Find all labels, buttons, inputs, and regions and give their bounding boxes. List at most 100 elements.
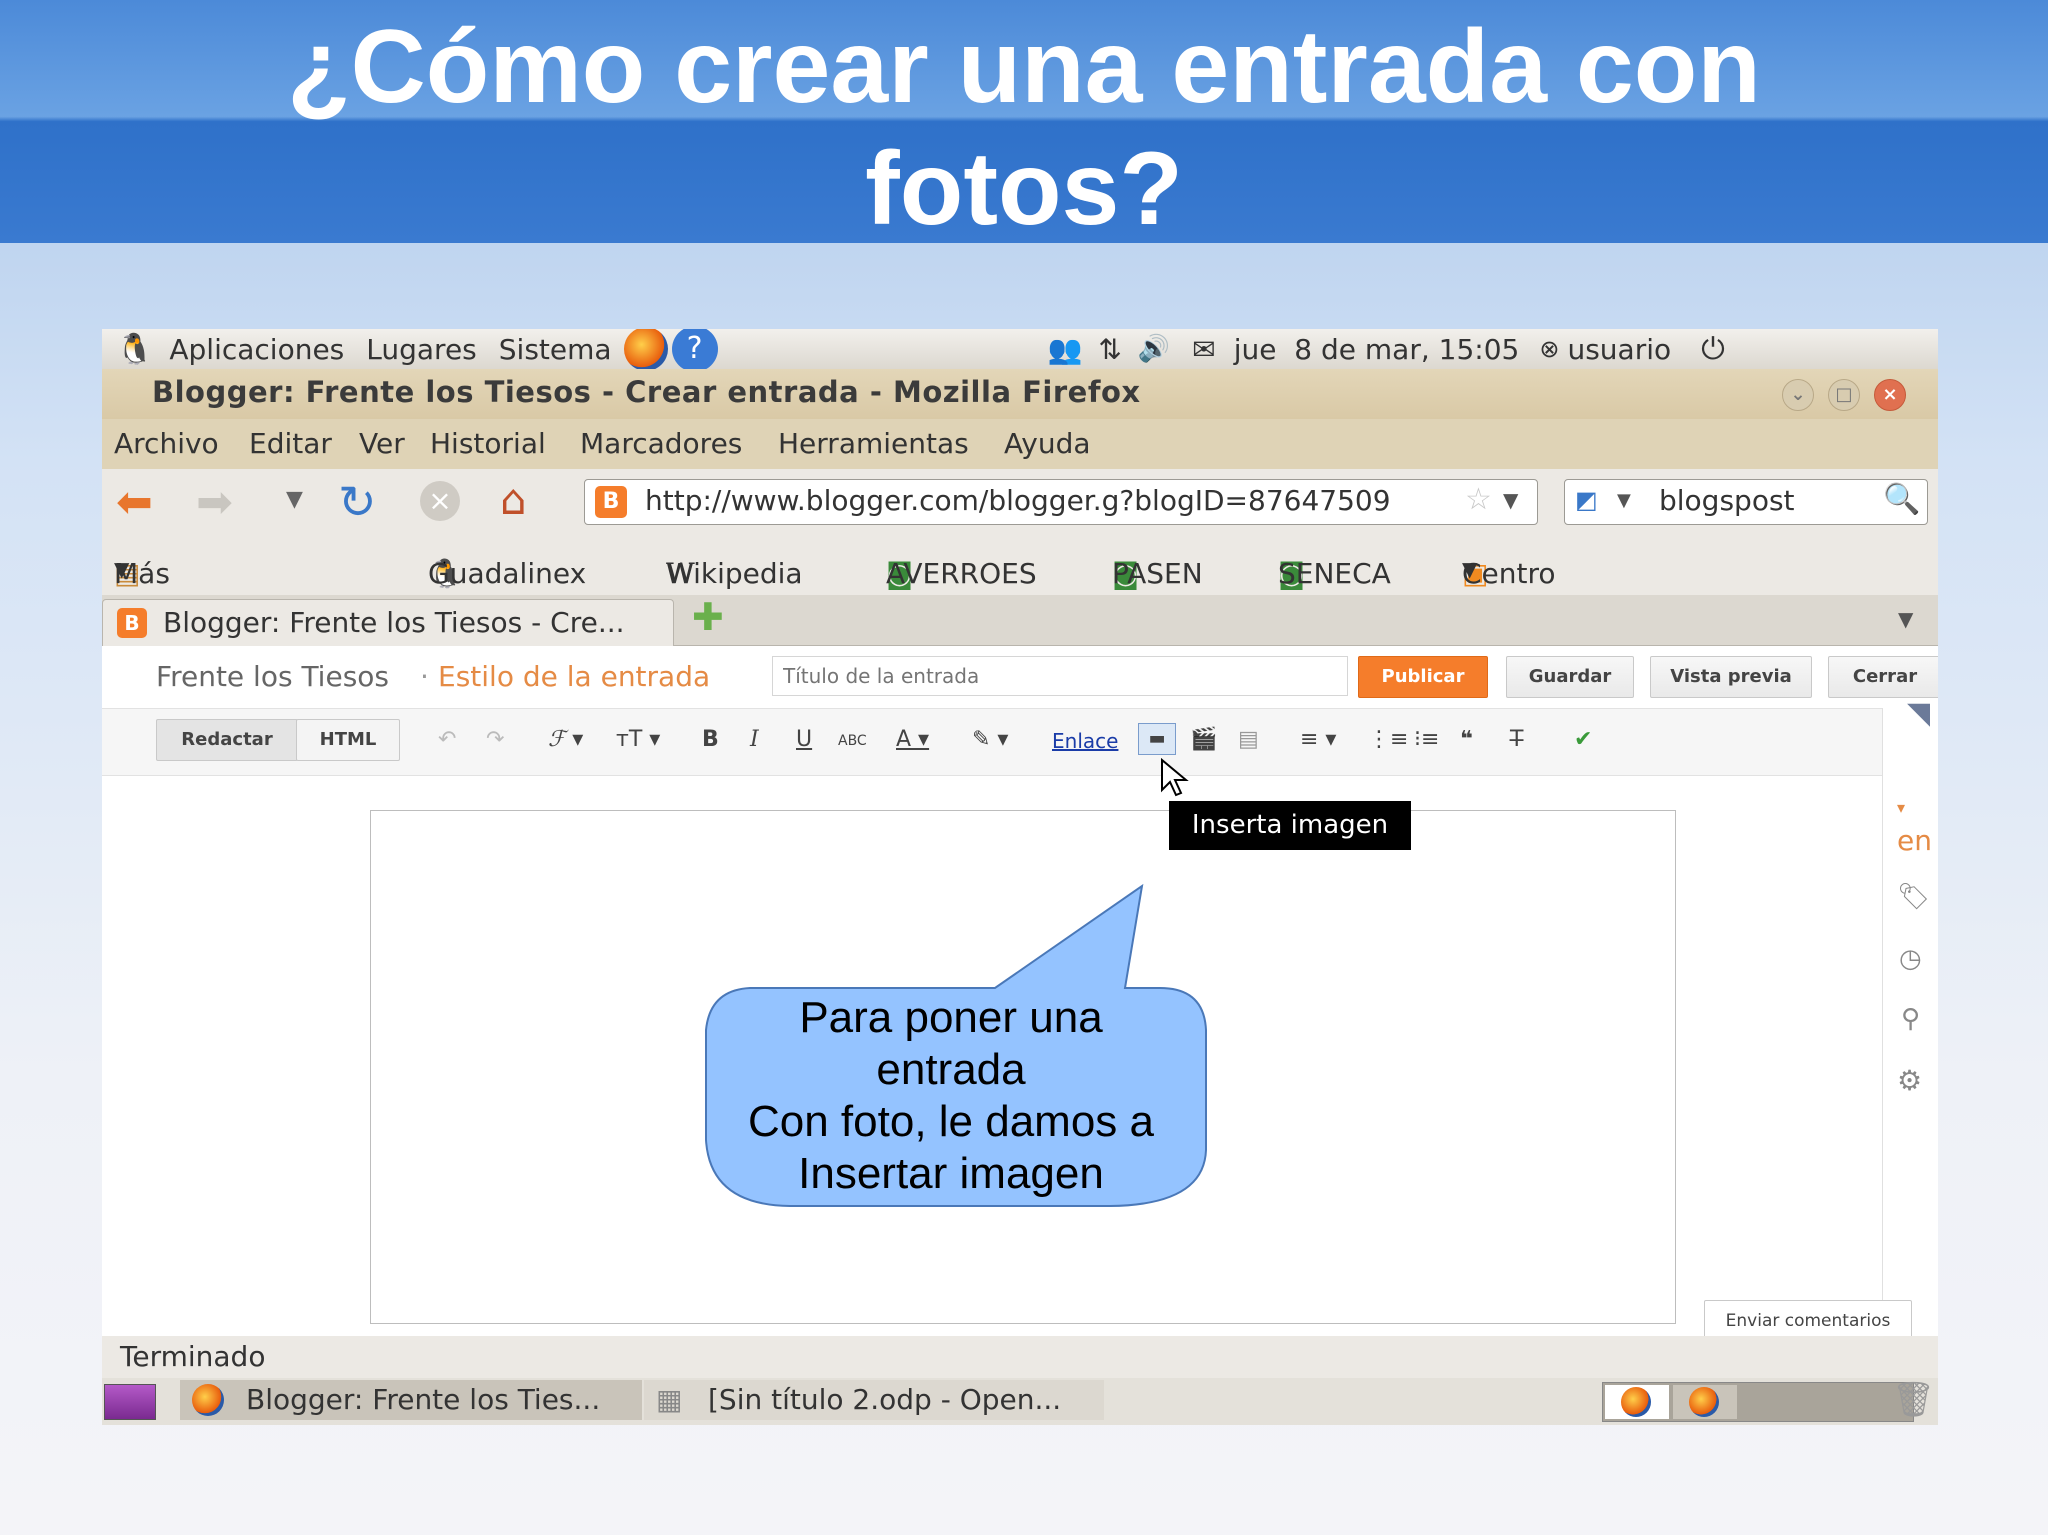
google-search-engine-icon[interactable]: ◩ xyxy=(1575,486,1598,514)
post-settings-sidebar: ◥ ▾ en 🏷 ◷ ⚲ ⚙ xyxy=(1882,696,1938,1336)
stop-icon[interactable]: × xyxy=(420,481,460,521)
preview-button[interactable]: Vista previa xyxy=(1650,656,1812,698)
taskbar-item-impress[interactable]: ▦ [Sin título 2.odp - Open... xyxy=(644,1380,1104,1420)
panel-user[interactable]: usuario xyxy=(1567,333,1671,366)
quote-icon[interactable]: ❝ xyxy=(1460,727,1473,752)
taskbar-item-firefox[interactable]: Blogger: Frente los Ties... xyxy=(180,1380,642,1420)
firefox-menubar: Archivo Editar Ver Historial Marcadores … xyxy=(102,419,1938,469)
firefox-launcher-icon[interactable] xyxy=(623,329,668,371)
menu-aplicaciones[interactable]: Aplicaciones xyxy=(169,333,344,366)
align-icon[interactable]: ≡ ▾ xyxy=(1300,727,1336,752)
highlight-color-icon[interactable]: ✎ ▾ xyxy=(972,727,1008,752)
tab-blogger[interactable]: B Blogger: Frente los Tiesos - Cre... xyxy=(102,599,674,646)
close-button[interactable]: Cerrar xyxy=(1828,656,1938,698)
blogger-favicon-icon: B xyxy=(117,608,147,638)
strikethrough-icon[interactable]: ABC xyxy=(838,733,867,749)
tab-list-dropdown-icon[interactable]: ▼ xyxy=(1898,607,1913,631)
ubuntu-logo-icon[interactable]: 🐧 xyxy=(116,332,153,367)
panel-clock[interactable]: jue 8 de mar, 15:05 xyxy=(1234,333,1520,366)
menu-sistema[interactable]: Sistema xyxy=(499,333,612,366)
mail-icon[interactable]: ✉ xyxy=(1192,333,1215,366)
menu-historial[interactable]: Historial xyxy=(430,427,546,460)
forward-arrow-icon[interactable]: ➡ xyxy=(196,477,233,528)
blog-name[interactable]: Frente los Tiesos xyxy=(156,660,389,693)
link-button[interactable]: Enlace xyxy=(1052,729,1118,753)
window-title: Blogger: Frente los Tiesos - Crear entra… xyxy=(152,375,1141,409)
menu-ayuda[interactable]: Ayuda xyxy=(1004,427,1091,460)
undo-icon[interactable]: ↶ xyxy=(438,727,456,752)
post-title-input[interactable] xyxy=(772,656,1348,696)
html-mode-tab[interactable]: HTML xyxy=(296,719,400,761)
url-text[interactable]: http://www.blogger.com/blogger.g?blogID=… xyxy=(645,484,1465,517)
underline-icon[interactable]: U xyxy=(796,727,812,752)
close-window-icon[interactable]: × xyxy=(1874,379,1906,411)
font-family-icon[interactable]: ℱ ▾ xyxy=(548,727,583,752)
menu-ver[interactable]: Ver xyxy=(359,427,405,460)
menu-herramientas[interactable]: Herramientas xyxy=(778,427,969,460)
volume-icon[interactable]: 🔊 xyxy=(1138,334,1170,364)
search-icon[interactable]: 🔍 xyxy=(1883,482,1920,517)
menu-editar[interactable]: Editar xyxy=(249,427,332,460)
firefox-icon xyxy=(192,1384,224,1416)
options-gear-icon[interactable]: ⚙ xyxy=(1897,1064,1922,1097)
help-icon[interactable]: ? xyxy=(671,329,718,372)
search-box[interactable]: ◩ ▼ blogspost 🔍 xyxy=(1564,479,1928,525)
tab-bar: B Blogger: Frente los Tiesos - Cre... ✚ … xyxy=(102,595,1938,646)
slide-title: ¿Cómo crear una entrada con fotos? xyxy=(0,6,2048,250)
font-size-icon[interactable]: тT ▾ xyxy=(616,727,660,752)
power-icon[interactable]: ⏻ xyxy=(1701,332,1725,367)
callout-line2: entrada xyxy=(876,1045,1026,1094)
workspace-2-firefox-icon[interactable] xyxy=(1673,1385,1737,1419)
blogger-favicon-icon: B xyxy=(595,486,627,518)
history-dropdown-icon[interactable]: ▼ xyxy=(286,487,303,512)
network-users-icon[interactable]: 👥 xyxy=(1048,333,1083,366)
menu-lugares[interactable]: Lugares xyxy=(366,333,477,366)
gnome-top-panel: 🐧 Aplicaciones Lugares Sistema ? 👥 ⇅ 🔊 ✉… xyxy=(102,329,1938,372)
minimize-icon[interactable]: ⌄ xyxy=(1782,379,1814,411)
remove-formatting-icon[interactable]: T̶ xyxy=(1510,727,1523,752)
labels-tag-icon[interactable]: 🏷 xyxy=(1897,882,1930,912)
workspace-1-firefox-icon[interactable] xyxy=(1605,1385,1669,1419)
numbered-list-icon[interactable]: ⋮≡ xyxy=(1368,727,1408,752)
insert-image-tooltip: Inserta imagen xyxy=(1169,801,1411,850)
insert-video-icon[interactable]: 🎬 xyxy=(1190,727,1217,752)
menu-archivo[interactable]: Archivo xyxy=(114,427,219,460)
bookmarks-toolbar: ▤ Más visitados ▼ 🐧Guadalinex WWikipedia… xyxy=(102,537,1938,656)
home-icon[interactable]: ⌂ xyxy=(500,475,527,524)
trash-icon[interactable]: 🗑 xyxy=(1892,1380,1935,1420)
save-button[interactable]: Guardar xyxy=(1506,656,1634,698)
status-text: Terminado xyxy=(120,1340,266,1373)
insert-image-icon[interactable]: ▬ xyxy=(1138,723,1176,755)
editor-toolbar: Redactar HTML ↶ ↷ ℱ ▾ тT ▾ B I U ABC A ▾… xyxy=(102,708,1882,776)
tab-label: Blogger: Frente los Tiesos - Cre... xyxy=(163,606,625,639)
back-arrow-icon[interactable]: ⬅ xyxy=(116,477,153,528)
sidebar-collapse-icon[interactable]: ◥ xyxy=(1907,696,1930,731)
reload-icon[interactable]: ↻ xyxy=(338,475,377,529)
url-bar[interactable]: B http://www.blogger.com/blogger.g?blogI… xyxy=(584,479,1538,525)
redo-icon[interactable]: ↷ xyxy=(486,727,504,752)
search-text[interactable]: blogspost xyxy=(1659,484,1795,517)
network-transfer-icon[interactable]: ⇅ xyxy=(1098,333,1121,366)
bold-icon[interactable]: B xyxy=(702,727,719,752)
search-engine-dropdown-icon[interactable]: ▼ xyxy=(1617,490,1631,511)
schedule-clock-icon[interactable]: ◷ xyxy=(1899,944,1922,974)
bookmark-label: AVERROES xyxy=(886,557,1037,590)
spellcheck-icon[interactable]: ✔ xyxy=(1574,727,1592,752)
publish-button[interactable]: Publicar xyxy=(1358,656,1488,698)
jump-break-icon[interactable]: ▤ xyxy=(1238,727,1259,752)
bullet-list-icon[interactable]: ⁝≡ xyxy=(1414,727,1439,752)
new-tab-plus-icon[interactable]: ✚ xyxy=(692,595,724,639)
chevron-down-icon: ▼ xyxy=(114,557,130,581)
compose-mode-tab[interactable]: Redactar xyxy=(156,719,298,761)
text-color-icon[interactable]: A ▾ xyxy=(896,727,929,752)
bookmark-star-icon[interactable]: ☆ xyxy=(1465,482,1492,517)
show-desktop-icon[interactable] xyxy=(104,1384,156,1420)
workspace-switcher[interactable] xyxy=(1602,1382,1914,1422)
italic-icon[interactable]: I xyxy=(750,727,759,752)
location-pin-icon[interactable]: ⚲ xyxy=(1901,1004,1920,1034)
url-dropdown-icon[interactable]: ▼ xyxy=(1503,488,1518,512)
navigation-toolbar: ⬅ ➡ ▼ ↻ × ⌂ B http://www.blogger.com/blo… xyxy=(102,469,1938,538)
maximize-icon[interactable]: □ xyxy=(1828,379,1860,411)
menu-marcadores[interactable]: Marcadores xyxy=(580,427,742,460)
user-status-icon[interactable]: ⊗ xyxy=(1539,335,1559,363)
